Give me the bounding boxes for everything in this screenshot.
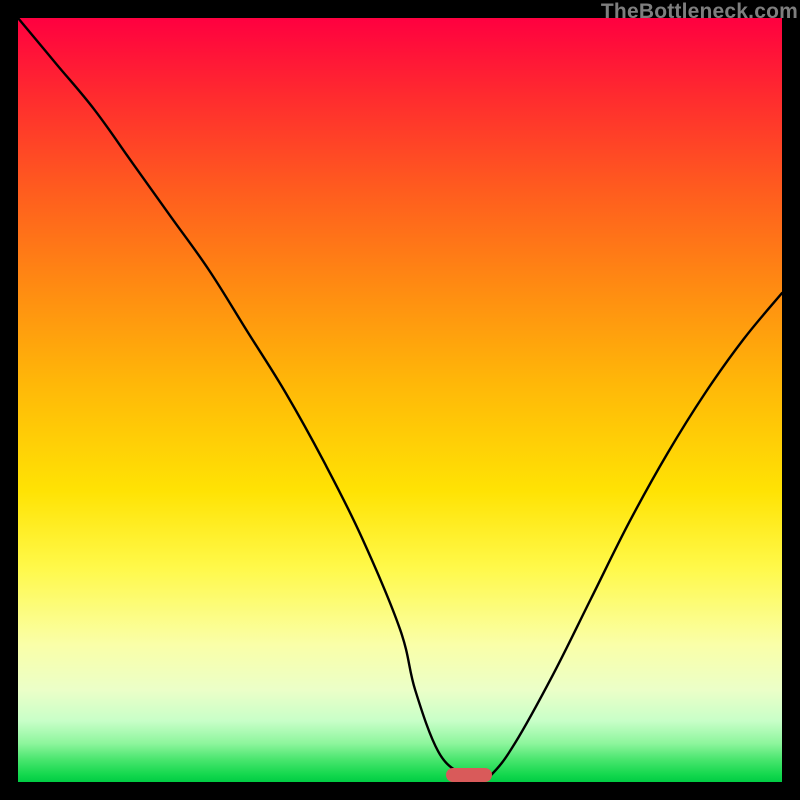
chart-stage: TheBottleneck.com [0, 0, 800, 800]
bottleneck-curve [18, 18, 782, 782]
plot-area [18, 18, 782, 782]
optimum-marker [446, 768, 492, 782]
